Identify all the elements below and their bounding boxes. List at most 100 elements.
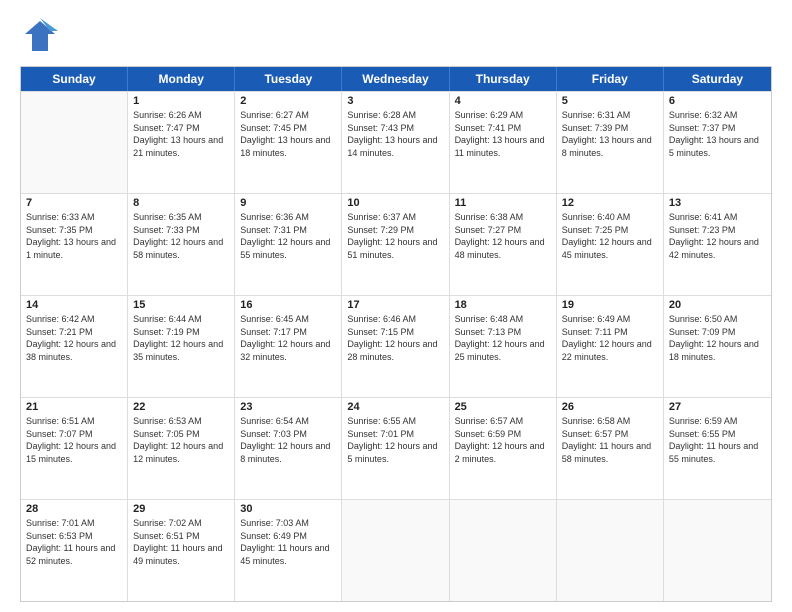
day-number: 30: [240, 503, 336, 515]
cell-info: Sunrise: 6:37 AMSunset: 7:29 PMDaylight:…: [347, 211, 443, 261]
logo: [20, 16, 63, 56]
calendar-cell: 19Sunrise: 6:49 AMSunset: 7:11 PMDayligh…: [557, 296, 664, 397]
cell-info: Sunrise: 6:41 AMSunset: 7:23 PMDaylight:…: [669, 211, 766, 261]
day-number: 15: [133, 299, 229, 311]
day-number: 8: [133, 197, 229, 209]
weekday-header: Monday: [128, 67, 235, 91]
calendar-row: 14 Sunrise: 6:42 AMSunset: 7:21 PMDayligh…: [21, 295, 771, 397]
day-number: 3: [347, 95, 443, 107]
calendar-cell: [342, 500, 449, 601]
calendar-cell: [664, 500, 771, 601]
calendar-cell: 27 Sunrise: 6:59 AMSunset: 6:55 PMDayligh…: [664, 398, 771, 499]
cell-info: Sunrise: 7:03 AMSunset: 6:49 PMDaylight:…: [240, 517, 336, 567]
calendar-cell: 9 Sunrise: 6:36 AMSunset: 7:31 PMDaylight…: [235, 194, 342, 295]
calendar-cell: 20 Sunrise: 6:50 AMSunset: 7:09 PMDayligh…: [664, 296, 771, 397]
calendar: SundayMondayTuesdayWednesdayThursdayFrid…: [20, 66, 772, 602]
day-number: 22: [133, 401, 229, 413]
weekday-header: Sunday: [21, 67, 128, 91]
cell-info: Sunrise: 7:01 AMSunset: 6:53 PMDaylight:…: [26, 517, 122, 567]
calendar-cell: 21 Sunrise: 6:51 AMSunset: 7:07 PMDayligh…: [21, 398, 128, 499]
calendar-cell: 24Sunrise: 6:55 AMSunset: 7:01 PMDayligh…: [342, 398, 449, 499]
cell-info: Sunrise: 6:44 AMSunset: 7:19 PMDaylight:…: [133, 313, 229, 363]
calendar-cell: 16 Sunrise: 6:45 AMSunset: 7:17 PMDayligh…: [235, 296, 342, 397]
day-number: 20: [669, 299, 766, 311]
day-number: 28: [26, 503, 122, 515]
calendar-cell: [450, 500, 557, 601]
day-number: 18: [455, 299, 551, 311]
cell-info: Sunrise: 6:36 AMSunset: 7:31 PMDaylight:…: [240, 211, 336, 261]
calendar-row: 1 Sunrise: 6:26 AMSunset: 7:47 PMDaylight…: [21, 91, 771, 193]
weekday-header: Saturday: [664, 67, 771, 91]
day-number: 21: [26, 401, 122, 413]
calendar-row: 28 Sunrise: 7:01 AMSunset: 6:53 PMDayligh…: [21, 499, 771, 601]
day-number: 13: [669, 197, 766, 209]
calendar-header: SundayMondayTuesdayWednesdayThursdayFrid…: [21, 67, 771, 91]
calendar-cell: 7 Sunrise: 6:33 AMSunset: 7:35 PMDaylight…: [21, 194, 128, 295]
weekday-header: Thursday: [450, 67, 557, 91]
weekday-header: Tuesday: [235, 67, 342, 91]
calendar-cell: 12Sunrise: 6:40 AMSunset: 7:25 PMDayligh…: [557, 194, 664, 295]
cell-info: Sunrise: 6:53 AMSunset: 7:05 PMDaylight:…: [133, 415, 229, 465]
day-number: 27: [669, 401, 766, 413]
calendar-cell: 25Sunrise: 6:57 AMSunset: 6:59 PMDayligh…: [450, 398, 557, 499]
calendar-cell: 2 Sunrise: 6:27 AMSunset: 7:45 PMDaylight…: [235, 92, 342, 193]
calendar-cell: 18 Sunrise: 6:48 AMSunset: 7:13 PMDayligh…: [450, 296, 557, 397]
cell-info: Sunrise: 6:48 AMSunset: 7:13 PMDaylight:…: [455, 313, 551, 363]
cell-info: Sunrise: 7:02 AMSunset: 6:51 PMDaylight:…: [133, 517, 229, 567]
calendar-cell: 1 Sunrise: 6:26 AMSunset: 7:47 PMDaylight…: [128, 92, 235, 193]
calendar-cell: 14 Sunrise: 6:42 AMSunset: 7:21 PMDayligh…: [21, 296, 128, 397]
calendar-cell: 29 Sunrise: 7:02 AMSunset: 6:51 PMDayligh…: [128, 500, 235, 601]
cell-info: Sunrise: 6:46 AMSunset: 7:15 PMDaylight:…: [347, 313, 443, 363]
calendar-cell: 11 Sunrise: 6:38 AMSunset: 7:27 PMDayligh…: [450, 194, 557, 295]
calendar-row: 21 Sunrise: 6:51 AMSunset: 7:07 PMDayligh…: [21, 397, 771, 499]
cell-info: Sunrise: 6:31 AMSunset: 7:39 PMDaylight:…: [562, 109, 658, 159]
day-number: 1: [133, 95, 229, 107]
calendar-body: 1 Sunrise: 6:26 AMSunset: 7:47 PMDaylight…: [21, 91, 771, 601]
calendar-cell: 30 Sunrise: 7:03 AMSunset: 6:49 PMDayligh…: [235, 500, 342, 601]
calendar-cell: 5 Sunrise: 6:31 AMSunset: 7:39 PMDaylight…: [557, 92, 664, 193]
cell-info: Sunrise: 6:45 AMSunset: 7:17 PMDaylight:…: [240, 313, 336, 363]
calendar-cell: 22 Sunrise: 6:53 AMSunset: 7:05 PMDayligh…: [128, 398, 235, 499]
day-number: 11: [455, 197, 551, 209]
cell-info: Sunrise: 6:35 AMSunset: 7:33 PMDaylight:…: [133, 211, 229, 261]
cell-info: Sunrise: 6:59 AMSunset: 6:55 PMDaylight:…: [669, 415, 766, 465]
cell-info: Sunrise: 6:42 AMSunset: 7:21 PMDaylight:…: [26, 313, 122, 363]
day-number: 29: [133, 503, 229, 515]
calendar-cell: 10 Sunrise: 6:37 AMSunset: 7:29 PMDayligh…: [342, 194, 449, 295]
calendar-cell: [21, 92, 128, 193]
day-number: 9: [240, 197, 336, 209]
day-number: 14: [26, 299, 122, 311]
day-number: 16: [240, 299, 336, 311]
calendar-cell: 4Sunrise: 6:29 AMSunset: 7:41 PMDaylight…: [450, 92, 557, 193]
calendar-cell: 3 Sunrise: 6:28 AMSunset: 7:43 PMDaylight…: [342, 92, 449, 193]
day-number: 19: [562, 299, 658, 311]
weekday-header: Friday: [557, 67, 664, 91]
cell-info: Sunrise: 6:26 AMSunset: 7:47 PMDaylight:…: [133, 109, 229, 159]
cell-info: Sunrise: 6:58 AMSunset: 6:57 PMDaylight:…: [562, 415, 658, 465]
cell-info: Sunrise: 6:55 AMSunset: 7:01 PMDaylight:…: [347, 415, 443, 465]
day-number: 17: [347, 299, 443, 311]
cell-info: Sunrise: 6:51 AMSunset: 7:07 PMDaylight:…: [26, 415, 122, 465]
day-number: 10: [347, 197, 443, 209]
calendar-cell: 8 Sunrise: 6:35 AMSunset: 7:33 PMDaylight…: [128, 194, 235, 295]
calendar-cell: [557, 500, 664, 601]
day-number: 7: [26, 197, 122, 209]
calendar-cell: 17 Sunrise: 6:46 AMSunset: 7:15 PMDayligh…: [342, 296, 449, 397]
cell-info: Sunrise: 6:33 AMSunset: 7:35 PMDaylight:…: [26, 211, 122, 261]
calendar-row: 7 Sunrise: 6:33 AMSunset: 7:35 PMDaylight…: [21, 193, 771, 295]
day-number: 5: [562, 95, 658, 107]
day-number: 23: [240, 401, 336, 413]
day-number: 26: [562, 401, 658, 413]
weekday-header: Wednesday: [342, 67, 449, 91]
day-number: 2: [240, 95, 336, 107]
calendar-cell: 23Sunrise: 6:54 AMSunset: 7:03 PMDayligh…: [235, 398, 342, 499]
cell-info: Sunrise: 6:27 AMSunset: 7:45 PMDaylight:…: [240, 109, 336, 159]
cell-info: Sunrise: 6:28 AMSunset: 7:43 PMDaylight:…: [347, 109, 443, 159]
cell-info: Sunrise: 6:40 AMSunset: 7:25 PMDaylight:…: [562, 211, 658, 261]
cell-info: Sunrise: 6:38 AMSunset: 7:27 PMDaylight:…: [455, 211, 551, 261]
calendar-cell: 13 Sunrise: 6:41 AMSunset: 7:23 PMDayligh…: [664, 194, 771, 295]
cell-info: Sunrise: 6:50 AMSunset: 7:09 PMDaylight:…: [669, 313, 766, 363]
cell-info: Sunrise: 6:29 AMSunset: 7:41 PMDaylight:…: [455, 109, 551, 159]
header: [20, 16, 772, 56]
calendar-cell: 6Sunrise: 6:32 AMSunset: 7:37 PMDaylight…: [664, 92, 771, 193]
